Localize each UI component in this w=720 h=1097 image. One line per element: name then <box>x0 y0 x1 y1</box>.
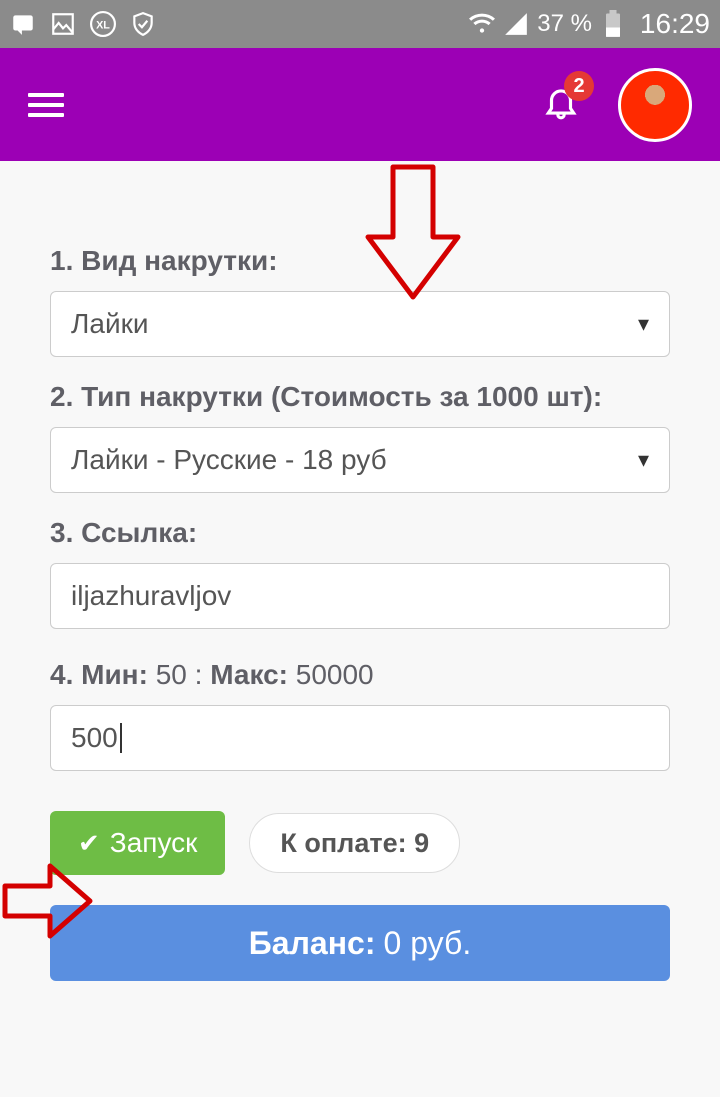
text-cursor <box>120 723 122 753</box>
form-container: 1. Вид накрутки: Лайки 2. Тип накрутки (… <box>0 161 720 981</box>
field-label-type: 2. Тип накрутки (Стоимость за 1000 шт): <box>50 381 670 413</box>
pay-label: К оплате: 9 <box>280 828 429 859</box>
check-icon: ✔ <box>78 828 100 859</box>
notification-badge: 2 <box>564 71 594 101</box>
kind-select[interactable]: Лайки <box>50 291 670 357</box>
run-button[interactable]: ✔ Запуск <box>50 811 225 875</box>
amount-input-wrap[interactable]: 500 <box>50 705 670 771</box>
battery-text: 37 % <box>537 10 592 38</box>
clock: 16:29 <box>640 8 710 40</box>
max-value: 50000 <box>296 659 374 690</box>
link-input-wrap[interactable] <box>50 563 670 629</box>
balance-button[interactable]: Баланс: 0 руб. <box>50 905 670 981</box>
minmax-label: 4. Мин: 50 : Макс: 50000 <box>50 659 670 691</box>
field-label-kind: 1. Вид накрутки: <box>50 245 670 277</box>
image-icon <box>50 11 76 37</box>
menu-button[interactable] <box>28 93 64 117</box>
min-label: Мин: <box>81 659 148 690</box>
avatar[interactable] <box>618 68 692 142</box>
min-value: 50 <box>156 659 187 690</box>
max-label: Макс: <box>210 659 288 690</box>
xl-icon: XL <box>90 11 116 37</box>
minmax-sep: : <box>195 659 203 690</box>
minmax-prefix: 4. <box>50 659 81 690</box>
wifi-icon <box>469 11 495 37</box>
notifications-button[interactable]: 2 <box>542 81 580 128</box>
balance-label: Баланс: <box>249 925 376 962</box>
amount-input[interactable]: 500 <box>71 722 118 754</box>
kind-select-value: Лайки <box>71 308 148 340</box>
shield-icon <box>130 11 156 37</box>
field-label-link: 3. Ссылка: <box>50 517 670 549</box>
balance-value: 0 руб. <box>384 925 472 962</box>
type-select[interactable]: Лайки - Русские - 18 руб <box>50 427 670 493</box>
android-status-bar: XL 37 % 16:29 <box>0 0 720 48</box>
app-header: 2 <box>0 48 720 161</box>
message-icon <box>10 11 36 37</box>
svg-text:XL: XL <box>96 19 110 31</box>
battery-icon <box>600 11 626 37</box>
run-button-label: Запуск <box>110 827 198 859</box>
type-select-value: Лайки - Русские - 18 руб <box>71 444 387 476</box>
pay-pill: К оплате: 9 <box>249 813 460 873</box>
link-input[interactable] <box>71 580 649 612</box>
signal-icon <box>503 11 529 37</box>
